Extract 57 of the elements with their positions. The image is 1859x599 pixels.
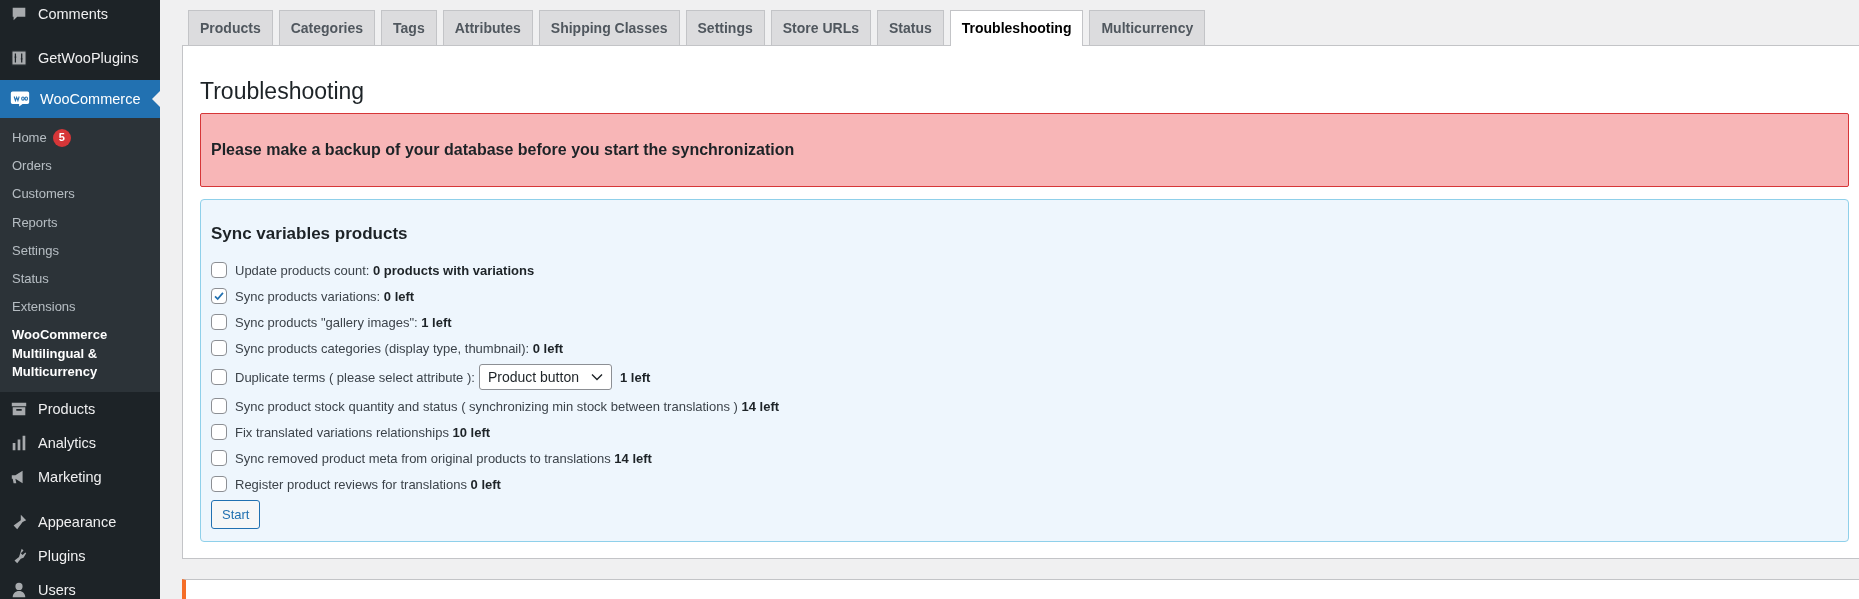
tab[interactable]: Troubleshooting bbox=[949, 10, 1084, 46]
checkbox[interactable] bbox=[211, 369, 227, 385]
sidebar-item[interactable]: GetWooPlugins bbox=[0, 36, 160, 80]
start-button[interactable]: Start bbox=[211, 500, 261, 529]
submenu-item[interactable]: Orders bbox=[0, 152, 160, 181]
tab[interactable]: Shipping Classes bbox=[538, 10, 680, 45]
sidebar-item[interactable]: Products bbox=[0, 391, 160, 426]
submenu-item[interactable]: Reports bbox=[0, 208, 160, 237]
checkbox[interactable] bbox=[211, 476, 227, 492]
tab[interactable]: Products bbox=[188, 10, 273, 45]
tab[interactable]: Status bbox=[877, 10, 944, 45]
warning-notice: Please make a backup of your database before you start the synchronization bbox=[200, 113, 1849, 187]
sidebar-item[interactable]: Plugins bbox=[0, 538, 160, 573]
menu-pointer bbox=[152, 91, 160, 107]
page-title: Troubleshooting bbox=[200, 78, 366, 105]
count-label: 1 left bbox=[619, 369, 651, 385]
count-badge: 5 bbox=[52, 129, 71, 148]
submenu-item[interactable]: WooCommerce Multilingual & Multicurrency bbox=[0, 321, 160, 386]
chevron-down-icon bbox=[590, 373, 603, 381]
tab[interactable]: Store URLs bbox=[770, 10, 871, 45]
tab[interactable]: Settings bbox=[685, 10, 765, 45]
tab[interactable]: Multicurrency bbox=[1089, 10, 1206, 45]
option-label: Fix translated variations relationships 10 left bbox=[235, 424, 491, 440]
option-label: Sync products categories (display type, thumbnail): 0 left bbox=[235, 340, 564, 356]
person-icon bbox=[10, 580, 28, 599]
tab[interactable]: Categories bbox=[278, 10, 376, 45]
sidebar-item[interactable]: WooCommerce bbox=[0, 80, 160, 118]
bar-chart-icon bbox=[10, 433, 28, 452]
tab[interactable]: Attributes bbox=[442, 10, 533, 45]
attribute-dropdown[interactable]: Product button bbox=[478, 364, 612, 390]
sidebar-item[interactable]: Marketing bbox=[0, 459, 160, 494]
speech-bubble-icon bbox=[10, 90, 30, 108]
checkbox[interactable] bbox=[211, 262, 227, 278]
checkbox[interactable] bbox=[211, 450, 227, 466]
checkbox[interactable] bbox=[211, 314, 227, 330]
checkbox[interactable] bbox=[211, 424, 227, 440]
checkbox[interactable] bbox=[211, 288, 227, 304]
submenu-item[interactable]: Extensions bbox=[0, 293, 160, 322]
sidebar-item[interactable]: Comments bbox=[0, 0, 160, 36]
option-label: Sync products "gallery images": 1 left bbox=[235, 314, 452, 330]
option-label: Sync product stock quantity and status ( synchronizing min stock between translations ) 14 left bbox=[235, 398, 780, 414]
checkbox[interactable] bbox=[211, 340, 227, 356]
submenu-item[interactable]: Status bbox=[0, 264, 160, 294]
submenu-item[interactable]: Customers bbox=[0, 180, 160, 209]
option-label: Register product reviews for translations 0 left bbox=[235, 476, 501, 492]
option-label: Sync products variations: 0 left bbox=[235, 288, 415, 304]
sidebar-item[interactable]: Appearance bbox=[0, 504, 160, 539]
tab[interactable]: Tags bbox=[381, 10, 437, 45]
option-label: Duplicate terms ( please select attribute ): bbox=[235, 369, 475, 385]
checkbox[interactable] bbox=[211, 398, 227, 414]
sidebar-item[interactable]: Users bbox=[0, 572, 160, 599]
sidebar-item[interactable]: Analytics bbox=[0, 425, 160, 460]
submenu-item[interactable]: Settings bbox=[0, 236, 160, 265]
option-label: Sync removed product meta from original products to translations 14 left bbox=[235, 450, 652, 466]
section-heading: Sync variables products bbox=[211, 224, 409, 244]
submenu-item[interactable]: Home 5 bbox=[0, 124, 160, 153]
option-label: Update products count: 0 products with variations bbox=[235, 262, 535, 278]
